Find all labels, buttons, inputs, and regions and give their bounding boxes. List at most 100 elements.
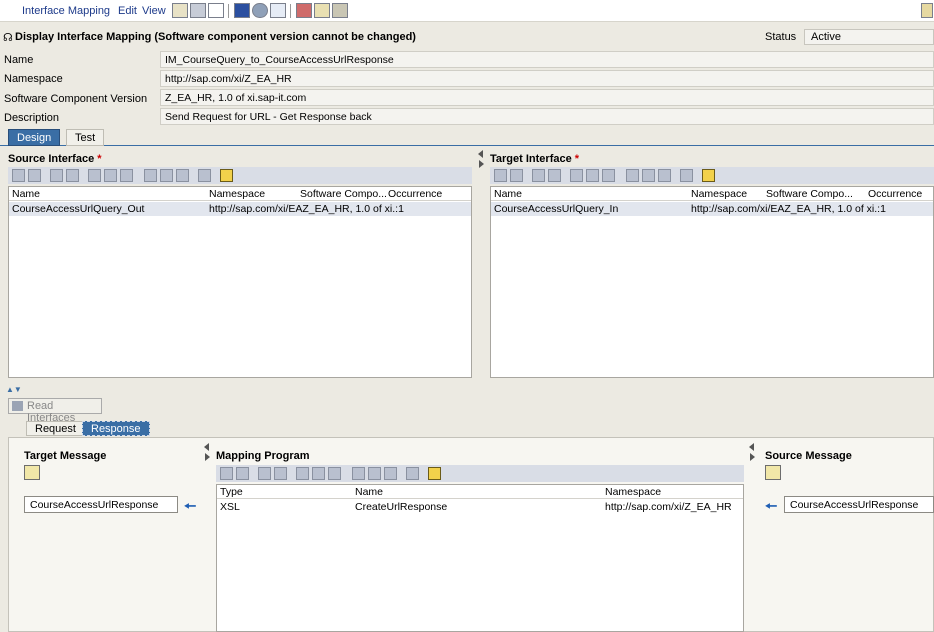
folder-icon[interactable] [160, 169, 173, 182]
toolbar-separator [228, 4, 229, 18]
document-icon[interactable] [352, 467, 365, 480]
source-message-title: Source Message [765, 450, 852, 462]
check-icon[interactable] [252, 3, 268, 18]
table-icon[interactable] [220, 169, 233, 182]
cut-icon[interactable] [570, 169, 583, 182]
down-icon[interactable] [66, 169, 79, 182]
source-interface-panel: Source Interface * Name Namespace Softwa… [4, 150, 474, 382]
expand-right-icon[interactable] [479, 160, 484, 168]
copy-icon[interactable] [586, 169, 599, 182]
read-icon [12, 401, 23, 411]
open-icon[interactable] [765, 465, 781, 480]
print-icon[interactable] [296, 3, 312, 18]
down-icon[interactable] [548, 169, 561, 182]
search-icon[interactable] [658, 169, 671, 182]
cut-icon[interactable] [88, 169, 101, 182]
menu-edit[interactable]: Edit [118, 5, 137, 17]
expand-right-icon[interactable] [750, 453, 755, 461]
read-interfaces-button[interactable]: Read Interfaces [8, 398, 102, 424]
down-icon[interactable] [274, 467, 287, 480]
info-icon[interactable] [680, 169, 693, 182]
name-label: Name [4, 54, 34, 66]
description-label: Description [4, 112, 60, 124]
open-icon[interactable] [24, 465, 40, 480]
pencil-icon[interactable] [172, 3, 188, 18]
copy-icon[interactable] [208, 3, 224, 18]
source-interface-toolbar [8, 167, 472, 184]
search-icon[interactable] [176, 169, 189, 182]
resize-arrows-icon[interactable]: ▲▼ [6, 385, 22, 394]
pin-icon[interactable] [921, 3, 933, 18]
target-interface-panel: Target Interface * Name Namespace Softwa… [486, 150, 934, 382]
collapse-left-icon[interactable] [478, 150, 483, 158]
info-icon[interactable] [406, 467, 419, 480]
search-icon[interactable] [384, 467, 397, 480]
insert-row-icon[interactable] [12, 169, 25, 182]
display-icon[interactable] [314, 3, 330, 18]
tab-underline [0, 145, 934, 146]
column-header: Namespace [691, 188, 748, 200]
left-arrow-icon: 🠔 [184, 498, 197, 514]
insert-row-icon[interactable] [220, 467, 233, 480]
copy-icon[interactable] [312, 467, 325, 480]
tab-request[interactable]: Request [26, 421, 85, 436]
menu-bar: Interface Mapping Edit View [0, 0, 934, 22]
up-icon[interactable] [532, 169, 545, 182]
folder-icon[interactable] [368, 467, 381, 480]
tab-response[interactable]: Response [82, 421, 150, 436]
info-icon[interactable] [234, 3, 250, 18]
source-interface-table: Name Namespace Software Compo... Occurre… [8, 186, 472, 378]
tab-test[interactable]: Test [66, 129, 105, 146]
collapse-left-icon[interactable] [749, 443, 754, 451]
paste-icon[interactable] [120, 169, 133, 182]
append-row-icon[interactable] [236, 467, 249, 480]
folder-icon[interactable] [642, 169, 655, 182]
document-icon[interactable] [626, 169, 639, 182]
interface-name-cell: CourseAccessUrlQuery_Out [12, 203, 145, 215]
up-icon[interactable] [258, 467, 271, 480]
namespace-label: Namespace [4, 73, 63, 85]
up-icon[interactable] [50, 169, 63, 182]
status-label: Status [765, 31, 797, 43]
page-title: Display Interface Mapping (Software comp… [15, 31, 416, 43]
menu-view[interactable]: View [142, 5, 166, 17]
export-icon[interactable] [332, 3, 348, 18]
info-icon[interactable] [198, 169, 211, 182]
document-icon[interactable] [144, 169, 157, 182]
table-icon[interactable] [428, 467, 441, 480]
mapping-program-toolbar [216, 465, 744, 482]
table-header: Name Namespace Software Compo... Occurre… [491, 187, 933, 201]
table-icon[interactable] [702, 169, 715, 182]
copy-icon[interactable] [104, 169, 117, 182]
menu-interface-mapping[interactable]: Interface Mapping [22, 5, 110, 17]
tab-design[interactable]: Design [8, 129, 61, 146]
paste-icon[interactable] [328, 467, 341, 480]
table-row[interactable]: CourseAccessUrlQuery_Out http://sap.com/… [9, 202, 471, 216]
toolbar-separator [290, 4, 291, 18]
collapse-left-icon[interactable] [204, 443, 209, 451]
name-field[interactable]: IM_CourseQuery_to_CourseAccessUrlRespons… [160, 51, 934, 68]
target-message-field[interactable]: CourseAccessUrlResponse [24, 496, 178, 513]
table-row[interactable]: XSL CreateUrlResponse http://sap.com/xi/… [217, 500, 743, 514]
mapping-name-cell: CreateUrlResponse [355, 501, 448, 513]
paste-icon[interactable] [602, 169, 615, 182]
description-field[interactable]: Send Request for URL - Get Response back [160, 108, 934, 125]
cut-icon[interactable] [296, 467, 309, 480]
expand-right-icon[interactable] [205, 453, 210, 461]
table-header: Name Namespace Software Compo... Occurre… [9, 187, 471, 201]
target-interface-toolbar [490, 167, 934, 184]
source-message-field[interactable]: CourseAccessUrlResponse [784, 496, 934, 513]
save-icon[interactable] [190, 3, 206, 18]
target-interface-table: Name Namespace Software Compo... Occurre… [490, 186, 934, 378]
interface-namespace-cell: http://sap.com/xi/EAZ_EA_HR, 1.0 of xi.:… [209, 203, 404, 215]
table-header: Type Name Namespace [217, 485, 743, 499]
append-row-icon[interactable] [28, 169, 41, 182]
append-row-icon[interactable] [510, 169, 523, 182]
tree-icon[interactable] [270, 3, 286, 18]
insert-row-icon[interactable] [494, 169, 507, 182]
table-row[interactable]: CourseAccessUrlQuery_In http://sap.com/x… [491, 202, 933, 216]
namespace-field[interactable]: http://sap.com/xi/Z_EA_HR [160, 70, 934, 87]
swcv-field[interactable]: Z_EA_HR, 1.0 of xi.sap-it.com [160, 89, 934, 106]
mapping-program-table: Type Name Namespace XSL CreateUrlRespons… [216, 484, 744, 632]
column-header: Software Compo... [766, 188, 853, 200]
